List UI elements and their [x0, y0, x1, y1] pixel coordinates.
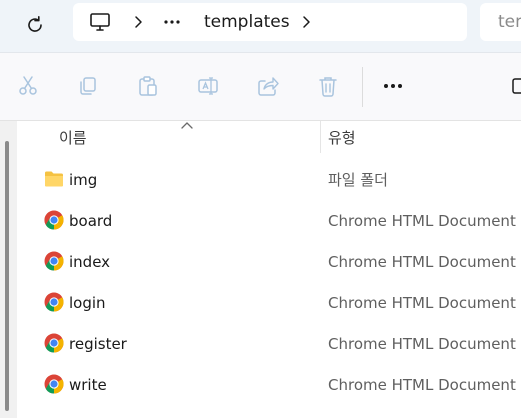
- folder-icon: [45, 171, 63, 187]
- file-name: board: [69, 211, 113, 230]
- file-type: 파일 폴더: [328, 171, 388, 189]
- file-name: write: [69, 375, 107, 394]
- scissors-icon: [19, 76, 37, 95]
- file-type: Chrome HTML Document: [328, 252, 516, 271]
- chrome-icon: [44, 374, 64, 394]
- search-input[interactable]: tem: [480, 3, 521, 41]
- address-bar-region: templates tem: [0, 0, 521, 53]
- command-separator: [362, 67, 363, 107]
- vertical-scrollbar[interactable]: [0, 121, 17, 418]
- view-icon: [512, 78, 521, 94]
- file-type: Chrome HTML Document: [328, 334, 516, 353]
- column-divider[interactable]: [320, 121, 321, 153]
- chevron-right-icon[interactable]: [133, 3, 145, 41]
- paste-button[interactable]: [135, 73, 161, 99]
- paste-icon: [139, 76, 157, 96]
- file-type: Chrome HTML Document: [328, 293, 516, 312]
- this-pc-button[interactable]: [89, 3, 113, 41]
- column-header-type[interactable]: 유형: [328, 121, 356, 153]
- copy-icon: [80, 77, 96, 95]
- file-type: Chrome HTML Document: [328, 375, 516, 394]
- chrome-icon: [44, 333, 64, 353]
- column-header-name[interactable]: 이름: [59, 121, 87, 153]
- list-item[interactable]: index Chrome HTML Document: [17, 241, 521, 282]
- list-item[interactable]: login Chrome HTML Document: [17, 282, 521, 323]
- command-bar: [0, 53, 521, 121]
- sort-ascending-icon: [181, 122, 193, 129]
- chrome-icon: [44, 251, 64, 271]
- file-name: login: [69, 293, 106, 312]
- trash-icon: [319, 77, 337, 97]
- chrome-icon: [44, 210, 64, 230]
- computer-icon: [90, 13, 110, 31]
- file-name: index: [69, 252, 111, 271]
- share-button[interactable]: [255, 73, 281, 99]
- ellipsis-icon: [164, 20, 180, 24]
- more-icon: [384, 84, 402, 88]
- list-item[interactable]: register Chrome HTML Document: [17, 323, 521, 364]
- list-item[interactable]: board Chrome HTML Document: [17, 200, 521, 241]
- rename-button[interactable]: [195, 73, 221, 99]
- delete-button[interactable]: [315, 73, 341, 99]
- file-type: Chrome HTML Document: [328, 211, 516, 230]
- column-header-row: 이름 유형: [17, 121, 521, 153]
- breadcrumb-templates[interactable]: templates: [204, 3, 290, 41]
- file-name: register: [69, 334, 127, 353]
- refresh-button[interactable]: [20, 10, 50, 40]
- path-overflow-button[interactable]: [163, 3, 185, 41]
- file-list: 이름 유형 img 파일 폴더 board Chrome HTML Docume…: [0, 121, 521, 418]
- more-options-button[interactable]: [380, 73, 406, 99]
- chrome-icon: [44, 292, 64, 312]
- refresh-icon: [28, 16, 42, 32]
- chevron-right-icon[interactable]: [301, 3, 313, 41]
- file-name: img: [69, 170, 98, 189]
- rename-icon: [198, 77, 218, 95]
- view-button[interactable]: [508, 73, 521, 99]
- list-item[interactable]: img 파일 폴더: [17, 159, 521, 200]
- cut-button[interactable]: [15, 73, 41, 99]
- scrollbar-thumb[interactable]: [5, 141, 9, 411]
- share-icon: [258, 77, 279, 96]
- address-box[interactable]: templates: [73, 3, 467, 41]
- list-item[interactable]: write Chrome HTML Document: [17, 364, 521, 405]
- copy-button[interactable]: [75, 73, 101, 99]
